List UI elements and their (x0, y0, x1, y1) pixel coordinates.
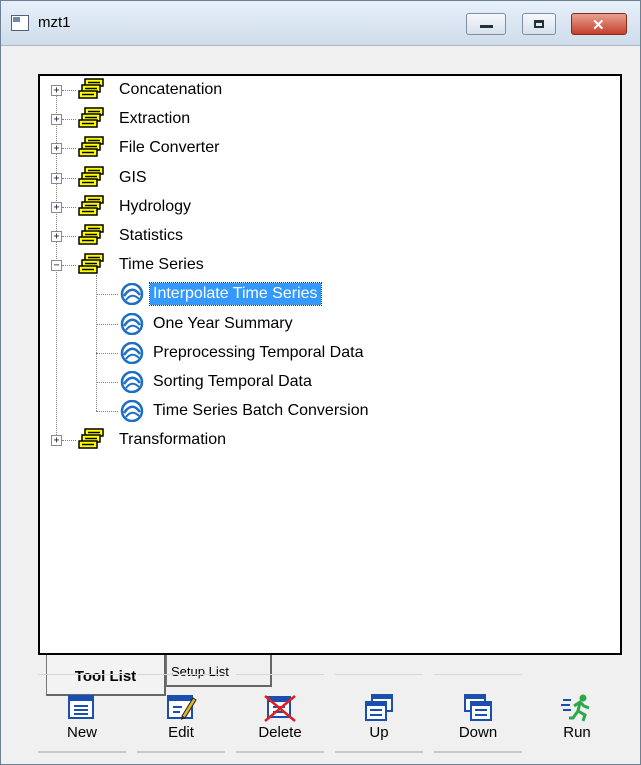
tree-connector (62, 119, 76, 121)
expander-icon[interactable]: + (51, 143, 62, 155)
tree-connector (62, 206, 76, 208)
new-icon (68, 695, 94, 719)
up-icon (365, 694, 393, 721)
maximize-button[interactable] (522, 13, 556, 35)
up-label: Up (369, 724, 389, 741)
expander-icon[interactable]: + (51, 435, 62, 447)
tree-category[interactable]: + Concatenation (40, 78, 620, 102)
tree-category[interactable]: + Hydrology (40, 195, 620, 219)
tree-category[interactable]: + File Converter (40, 136, 620, 160)
tree-connector (62, 90, 76, 91)
tree-tool-item[interactable]: Time Series Batch Conversion (40, 399, 620, 423)
tree-tool-label: One Year Summary (153, 314, 293, 332)
delete-button[interactable]: Delete (236, 674, 324, 756)
app-icon[interactable] (11, 15, 29, 31)
database-icon (78, 428, 104, 450)
edit-label: Edit (168, 724, 194, 741)
run-label: Run (563, 724, 591, 741)
new-label: New (66, 724, 97, 741)
tree-category-label: Hydrology (119, 197, 192, 215)
tree-tool-label-selected: Interpolate Time Series (149, 282, 322, 307)
database-icon (78, 224, 104, 245)
tree-tool-label: Sorting Temporal Data (153, 373, 312, 390)
close-button[interactable]: ✕ (571, 13, 627, 35)
tree-category[interactable]: + Statistics (40, 224, 620, 248)
tree-connector (96, 382, 118, 383)
database-icon (78, 253, 104, 274)
delete-label: Delete (258, 724, 302, 741)
tree-tool-item[interactable]: Interpolate Time Series (40, 282, 620, 307)
tree-category-label: Extraction (119, 110, 191, 128)
toolbar: New Edit Delete Up Down Run (38, 674, 622, 754)
run-icon (561, 694, 590, 722)
minimize-button[interactable] (466, 13, 506, 35)
tool-icon (120, 341, 144, 364)
window-title: mzt1 (38, 14, 71, 31)
tree-category[interactable]: + GIS (40, 165, 620, 190)
tree-tool-item[interactable]: Preprocessing Temporal Data (40, 341, 620, 365)
tree-connector (96, 352, 118, 354)
database-icon (78, 107, 104, 128)
tree-connector (96, 323, 118, 325)
database-icon (78, 78, 104, 99)
close-icon: ✕ (592, 17, 605, 34)
tree-connector (96, 411, 118, 413)
minimize-icon (480, 25, 493, 28)
run-button[interactable]: Run (533, 674, 621, 756)
database-icon (78, 165, 104, 187)
down-button[interactable]: Down (434, 674, 522, 756)
tree-connector (96, 294, 118, 296)
tool-icon (120, 371, 144, 393)
database-icon (78, 136, 104, 158)
expander-icon[interactable]: + (51, 172, 62, 184)
down-label: Down (458, 724, 498, 741)
tree-category-label: File Converter (119, 139, 220, 157)
edit-icon (167, 695, 197, 720)
tree-category[interactable]: + Extraction (40, 107, 620, 131)
tree-category-label: Time Series (119, 256, 204, 274)
title-bar[interactable]: mzt1 ✕ (1, 1, 640, 46)
expander-icon[interactable]: + (51, 201, 62, 213)
tree-connector (62, 148, 76, 150)
tree-category-label: Concatenation (119, 81, 223, 98)
tree-tool-item[interactable]: One Year Summary (40, 312, 620, 336)
expander-icon[interactable]: + (51, 114, 62, 126)
tree-connector (62, 177, 76, 179)
expander-icon[interactable]: + (51, 231, 62, 242)
down-icon (464, 694, 492, 721)
expander-icon[interactable]: + (51, 85, 62, 96)
tree-category-label: GIS (119, 168, 147, 186)
database-icon (78, 195, 104, 216)
tree-category[interactable]: + Transformation (40, 428, 620, 452)
up-button[interactable]: Up (335, 674, 423, 756)
tree-category[interactable]: − Time Series (40, 253, 620, 277)
tool-icon (120, 283, 144, 306)
edit-button[interactable]: Edit (137, 674, 225, 756)
maximize-icon (534, 20, 544, 28)
client-area: + Concatenation + Extraction + File Converter… (9, 52, 634, 758)
new-button[interactable]: New (38, 674, 126, 756)
tree-tool-label: Time Series Batch Conversion (153, 402, 369, 420)
tree-connector (62, 236, 76, 237)
tool-icon (120, 312, 144, 335)
tool-tree[interactable]: + Concatenation + Extraction + File Converter… (38, 74, 622, 655)
tree-connector (62, 265, 76, 267)
tree-category-label: Transformation (119, 431, 226, 449)
delete-icon (264, 695, 296, 722)
tool-icon (120, 400, 144, 423)
tree-connector (62, 440, 76, 442)
tree-tool-item[interactable]: Sorting Temporal Data (40, 370, 620, 394)
app-window: mzt1 ✕ + Concatenation + Extraction + File Co… (0, 0, 641, 765)
expander-icon[interactable]: − (51, 260, 62, 272)
tree-tool-label: Preprocessing Temporal Data (153, 343, 364, 361)
tree-category-label: Statistics (119, 227, 184, 244)
